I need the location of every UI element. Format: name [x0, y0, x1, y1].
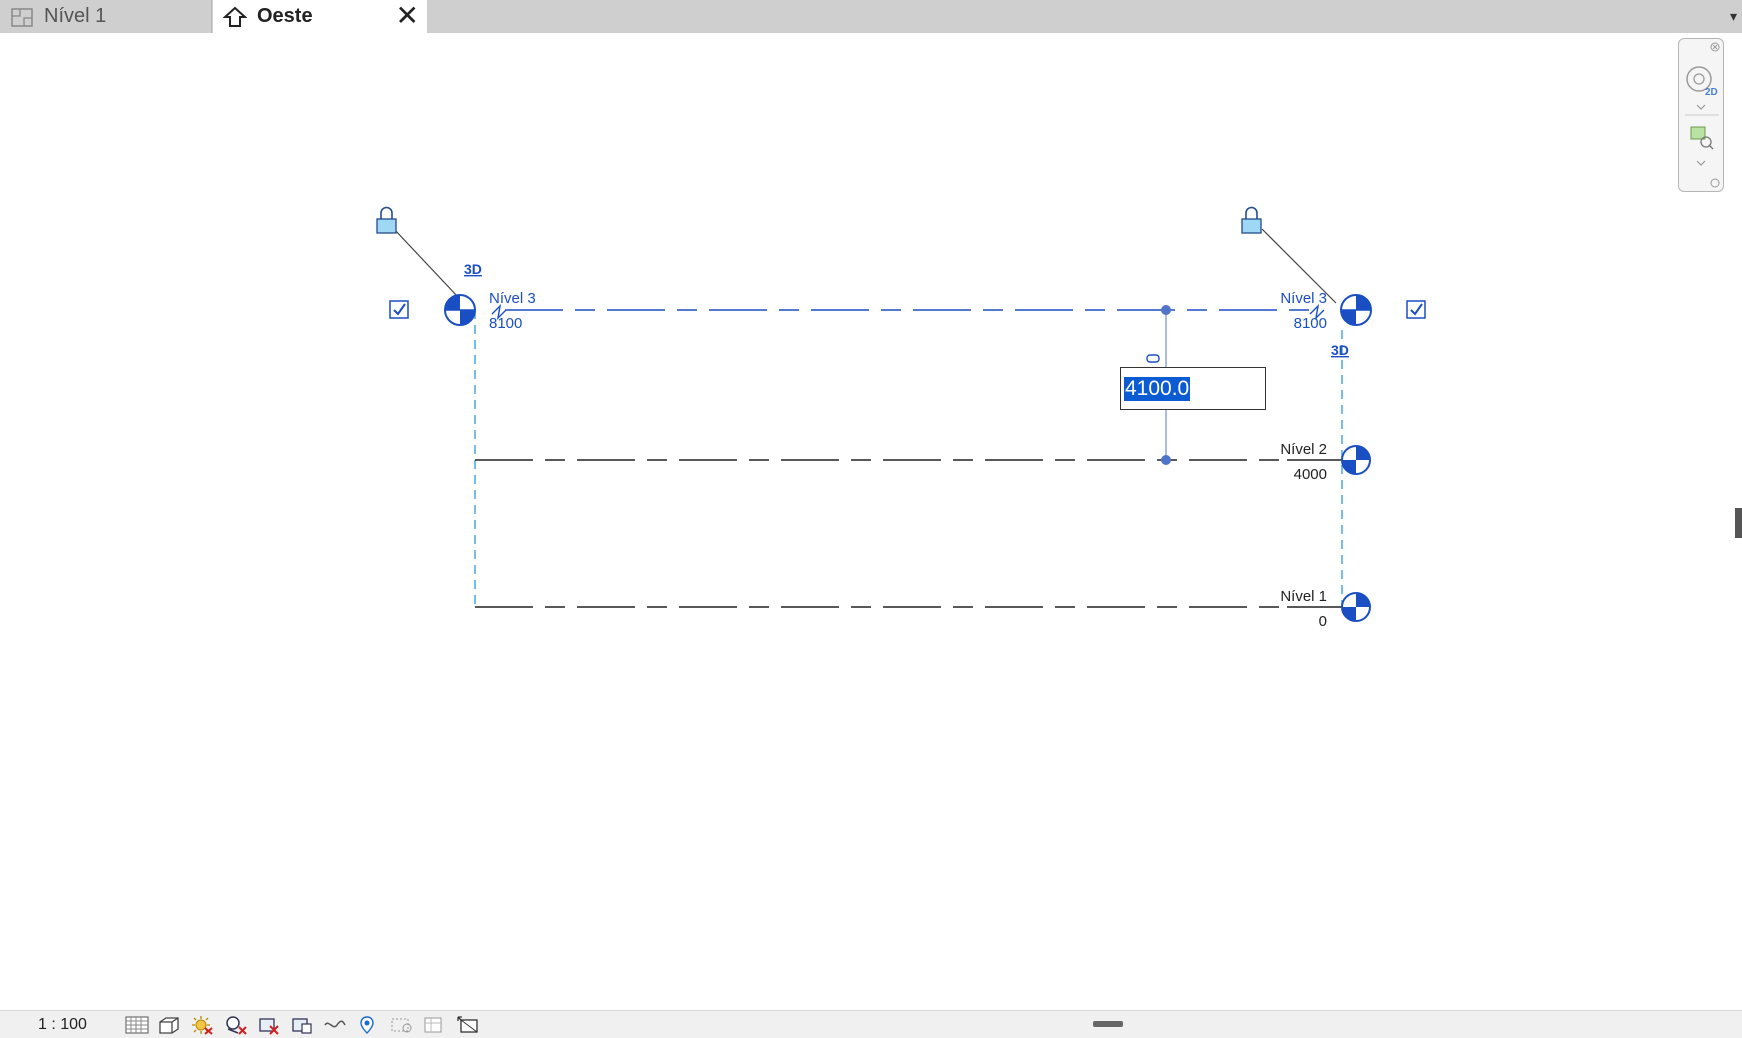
zoom-region-icon[interactable]: [1690, 126, 1714, 150]
dimension-witness-grip[interactable]: [1161, 305, 1171, 315]
view-control-bar: 1 : 100: [0, 1010, 1742, 1038]
view-tab-bar: Nível 1 Oeste ✕ ▾: [0, 0, 1742, 33]
3d-extent-label[interactable]: 3D: [1331, 342, 1349, 358]
temporary-view-properties-icon[interactable]: [422, 1015, 446, 1035]
horizontal-scrollbar-thumb[interactable]: [1093, 1021, 1123, 1027]
shadows-icon[interactable]: [224, 1015, 248, 1035]
level-elevation-right[interactable]: 4000: [1294, 466, 1327, 483]
dimension-drag-handle[interactable]: [1146, 354, 1160, 363]
show-crop-region-icon[interactable]: [290, 1015, 314, 1035]
visual-style-icon[interactable]: [157, 1015, 181, 1035]
level-head-bubble[interactable]: [1341, 445, 1371, 475]
chevron-down-icon[interactable]: [1696, 104, 1706, 110]
close-icon[interactable]: ✕: [396, 2, 419, 30]
level-name-right[interactable]: Nível 2: [1280, 441, 1327, 458]
svg-text:2D: 2D: [1705, 87, 1718, 98]
show-bubble-checkbox[interactable]: [1406, 300, 1426, 319]
level-head-bubble[interactable]: [444, 294, 476, 326]
reveal-hidden-icon[interactable]: [390, 1015, 414, 1035]
show-bubble-checkbox[interactable]: [389, 300, 409, 319]
tab-nivel-1[interactable]: Nível 1: [0, 0, 212, 33]
3d-extent-label[interactable]: 3D: [464, 261, 482, 277]
tab-overflow-icon[interactable]: ▾: [1730, 8, 1742, 24]
detail-level-icon[interactable]: [125, 1015, 149, 1035]
navbar-options-icon[interactable]: [1710, 178, 1720, 188]
temporary-dimension-input[interactable]: 4100.0: [1120, 367, 1266, 410]
level-head-bubble[interactable]: [1341, 592, 1371, 622]
dimension-value[interactable]: 4100.0: [1124, 376, 1191, 401]
vertical-scrollbar-thumb[interactable]: [1735, 508, 1742, 538]
level-elevation-right[interactable]: 0: [1319, 613, 1327, 630]
chevron-down-icon[interactable]: [1696, 160, 1706, 166]
crop-view-icon[interactable]: [257, 1015, 281, 1035]
unlock-3d-view-icon[interactable]: [323, 1015, 347, 1035]
elevation-canvas[interactable]: 3D 3D Nível 3 8100 Nível 3 8100 Nível 2 …: [0, 33, 1742, 1008]
lock-icon[interactable]: [376, 206, 459, 298]
level-elevation-right[interactable]: 8100: [1294, 315, 1327, 332]
level-name-right[interactable]: Nível 3: [1280, 290, 1327, 307]
temporary-hide-icon[interactable]: [355, 1015, 379, 1035]
steering-wheel-2d-icon[interactable]: 2D: [1686, 66, 1718, 98]
analytical-model-icon[interactable]: [456, 1015, 480, 1035]
navigation-bar: 2D: [1678, 38, 1724, 192]
elevation-home-icon: [223, 6, 247, 27]
level-elevation-left[interactable]: 8100: [489, 315, 522, 332]
sun-path-icon[interactable]: [190, 1015, 214, 1035]
close-navbar-icon[interactable]: [1710, 42, 1720, 52]
dimension-witness-grip[interactable]: [1161, 455, 1171, 465]
level-name-right[interactable]: Nível 1: [1280, 588, 1327, 605]
floor-plan-icon: [11, 7, 33, 27]
view-scale[interactable]: 1 : 100: [38, 1016, 87, 1034]
tab-label: Oeste: [257, 5, 313, 27]
tab-oeste[interactable]: Oeste ✕: [213, 0, 427, 33]
lock-icon[interactable]: [1241, 206, 1337, 304]
tab-label: Nível 1: [44, 5, 107, 27]
level-name-left[interactable]: Nível 3: [489, 290, 536, 307]
level-head-bubble[interactable]: [1340, 294, 1372, 326]
